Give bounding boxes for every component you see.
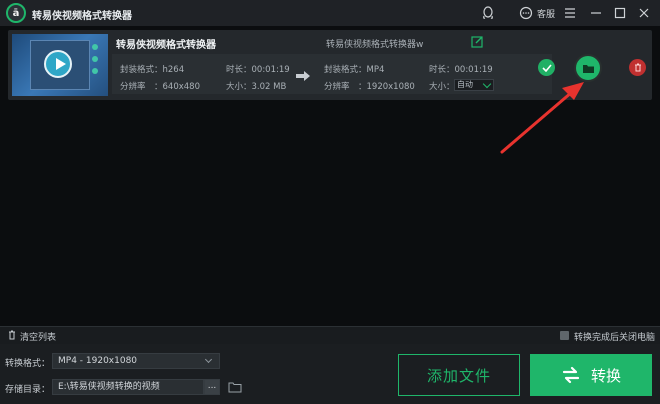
dir-label: 存储目录： — [5, 385, 51, 395]
thumbnail-dot — [92, 68, 98, 74]
source-file-name: 转易侠视频格式转换器 — [116, 40, 216, 51]
source-resolution: 分辨率 ：640x480 — [120, 82, 200, 92]
menu-icon[interactable] — [562, 5, 578, 21]
maximize-icon[interactable] — [612, 5, 628, 21]
output-resolution: 分辨率 ：1920x1080 — [324, 82, 415, 92]
output-size-select[interactable]: 自动 — [454, 79, 494, 91]
source-duration: 时长：00:01:19 — [226, 65, 290, 75]
convert-label: 转换 — [590, 366, 621, 385]
file-list-item[interactable]: 转易侠视频格式转换器 转易侠视频格式转换器w 封装格式：h264 分辨率 ：64… — [8, 30, 652, 100]
trash-icon[interactable] — [7, 330, 17, 340]
chat-icon[interactable] — [518, 5, 534, 21]
shutdown-checkbox[interactable] — [560, 331, 569, 340]
delete-button[interactable] — [629, 59, 646, 76]
play-icon — [44, 50, 72, 78]
chevron-down-icon — [204, 355, 213, 364]
source-codec: 封装格式：h264 — [120, 65, 185, 75]
convert-button[interactable]: 转换 — [530, 354, 652, 396]
clear-list-button[interactable]: 清空列表 — [20, 330, 56, 343]
video-thumbnail — [12, 34, 108, 96]
output-size-label: 大小： — [429, 82, 455, 92]
done-check-icon — [538, 59, 555, 76]
output-codec: 封装格式：MP4 — [324, 65, 385, 75]
add-file-button[interactable]: 添加文件 — [398, 354, 520, 396]
open-folder-button[interactable] — [574, 54, 602, 82]
thumbnail-dot — [92, 56, 98, 62]
output-file-name: 转易侠视频格式转换器w — [326, 40, 424, 50]
dir-input[interactable]: E:\转易侠视频转换的视频 — [52, 379, 204, 395]
format-value: MP4 - 1920x1080 — [58, 356, 138, 366]
close-icon[interactable] — [636, 5, 652, 21]
browse-button[interactable]: ... — [204, 379, 220, 395]
source-size: 大小：3.02 MB — [226, 82, 287, 92]
app-logo-icon: ā — [6, 3, 26, 23]
title-bar: ā 转易侠视频格式转换器 客服 — [0, 0, 660, 26]
format-select[interactable]: MP4 - 1920x1080 — [52, 353, 220, 369]
arrow-right-icon — [295, 70, 311, 84]
qq-icon[interactable] — [480, 5, 496, 21]
output-size-value: 自动 — [457, 80, 473, 89]
chevron-down-icon — [482, 79, 492, 89]
thumbnail-dot — [92, 44, 98, 50]
convert-icon — [562, 366, 580, 384]
output-duration: 时长：00:01:19 — [429, 65, 493, 75]
app-title: 转易侠视频格式转换器 — [32, 11, 132, 22]
folder-icon[interactable] — [228, 381, 242, 393]
edit-icon[interactable] — [471, 35, 485, 49]
minimize-icon[interactable] — [588, 5, 604, 21]
support-button[interactable]: 客服 — [537, 7, 555, 20]
shutdown-label: 转换完成后关闭电脑 — [574, 333, 656, 343]
format-label: 转换格式： — [5, 359, 51, 369]
